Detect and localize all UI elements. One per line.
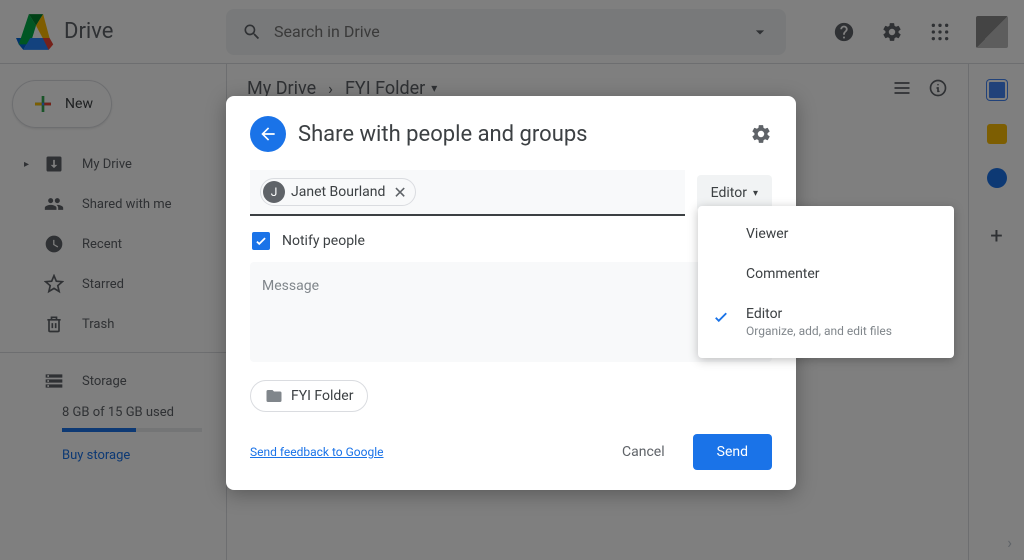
role-option-label: Viewer (746, 226, 788, 242)
people-input[interactable]: J Janet Bourland ✕ (250, 170, 685, 216)
role-option-viewer[interactable]: Viewer (698, 214, 954, 254)
dialog-title: Share with people and groups (298, 122, 750, 147)
arrow-left-icon (258, 124, 278, 144)
person-chip[interactable]: J Janet Bourland ✕ (260, 178, 416, 206)
folder-chip-label: FYI Folder (291, 388, 353, 404)
remove-chip-icon[interactable]: ✕ (393, 183, 406, 202)
role-option-editor[interactable]: Editor Organize, add, and edit files (698, 294, 954, 350)
sharing-item-chip: FYI Folder (250, 380, 368, 412)
role-option-commenter[interactable]: Commenter (698, 254, 954, 294)
notify-label: Notify people (282, 233, 365, 249)
person-chip-label: Janet Bourland (291, 184, 385, 200)
cancel-button[interactable]: Cancel (610, 436, 677, 468)
check-icon (254, 234, 268, 248)
notify-checkbox[interactable] (252, 232, 270, 250)
check-icon (712, 308, 730, 326)
message-placeholder: Message (262, 278, 319, 294)
role-label: Editor (711, 185, 747, 201)
feedback-link[interactable]: Send feedback to Google (250, 445, 384, 459)
share-settings-button[interactable] (750, 123, 772, 145)
role-option-label: Editor (746, 306, 782, 322)
role-dropdown-menu: Viewer Commenter Editor Organize, add, a… (698, 206, 954, 358)
back-button[interactable] (250, 116, 286, 152)
folder-icon (265, 387, 283, 405)
role-option-description: Organize, add, and edit files (746, 324, 938, 338)
side-panel-toggle[interactable]: › (1007, 533, 1012, 552)
message-input[interactable]: Message (250, 262, 772, 362)
chevron-down-icon: ▾ (753, 188, 758, 199)
person-avatar-icon: J (263, 181, 285, 203)
role-option-label: Commenter (746, 266, 820, 282)
send-button[interactable]: Send (693, 434, 772, 470)
